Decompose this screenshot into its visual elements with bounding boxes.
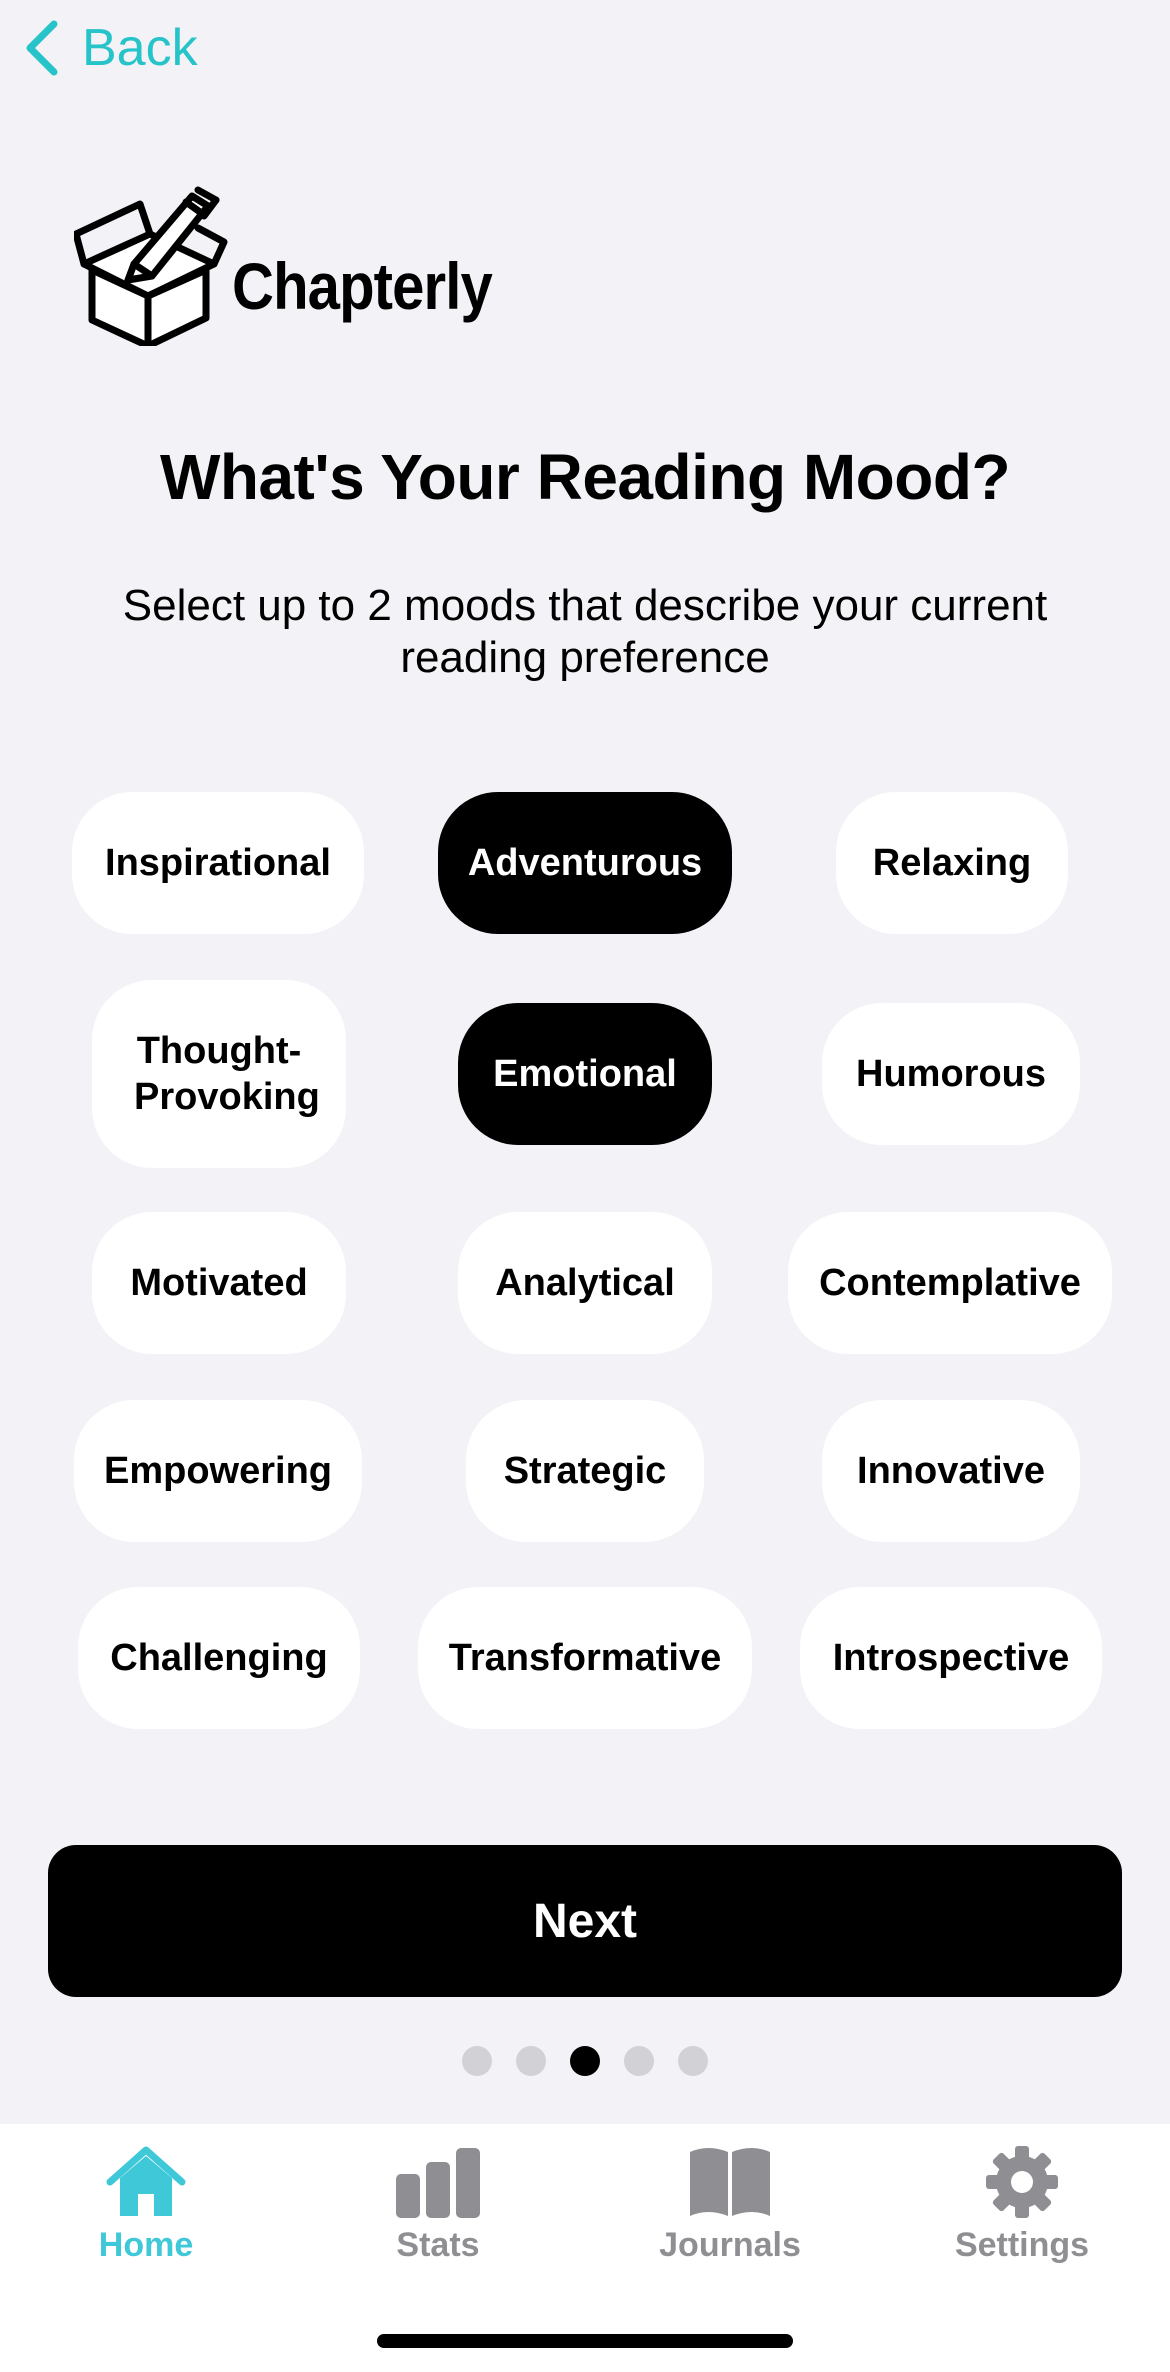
brand: Chapterly xyxy=(74,180,527,346)
mood-label: Strategic xyxy=(503,1450,667,1492)
mood-chip-challenging[interactable]: Challenging xyxy=(78,1587,360,1729)
mood-label: Empowering xyxy=(103,1450,333,1492)
mood-label: Humorous xyxy=(856,1053,1046,1095)
page-dot-active xyxy=(570,2046,600,2076)
tab-label: Journals xyxy=(659,2226,801,2264)
back-button[interactable]: Back xyxy=(22,12,198,84)
mood-label: Relaxing xyxy=(872,842,1032,884)
page-dot xyxy=(624,2046,654,2076)
mood-chip-transformative[interactable]: Transformative xyxy=(418,1587,752,1729)
mood-chip-introspective[interactable]: Introspective xyxy=(800,1587,1102,1729)
tab-label: Home xyxy=(98,2226,194,2264)
gear-icon xyxy=(986,2146,1058,2218)
home-indicator xyxy=(377,2334,793,2348)
page-dot xyxy=(516,2046,546,2076)
mood-label: Adventurous xyxy=(467,842,703,884)
mood-chip-humorous[interactable]: Humorous xyxy=(822,1003,1080,1145)
tab-label: Stats xyxy=(396,2226,480,2264)
back-label: Back xyxy=(82,19,198,77)
tab-stats[interactable]: Stats xyxy=(338,2144,538,2265)
next-button[interactable]: Next xyxy=(48,1845,1122,1997)
mood-chip-thought-provoking[interactable]: Thought-Provoking xyxy=(92,980,346,1168)
mood-label: Innovative xyxy=(857,1450,1045,1492)
page-dot xyxy=(678,2046,708,2076)
tab-journals[interactable]: Journals xyxy=(630,2144,830,2265)
next-label: Next xyxy=(532,1894,638,1948)
bar-chart-icon xyxy=(396,2148,480,2218)
mood-label: Transformative xyxy=(448,1637,722,1679)
mood-label: Inspirational xyxy=(105,842,331,884)
page-subtitle: Select up to 2 moods that describe your … xyxy=(122,581,1048,682)
tab-settings[interactable]: Settings xyxy=(922,2144,1122,2265)
page-title: What's Your Reading Mood? xyxy=(159,441,1011,513)
mood-chip-emotional[interactable]: Emotional xyxy=(458,1003,712,1145)
mood-label: Emotional xyxy=(493,1053,677,1095)
page-dot xyxy=(462,2046,492,2076)
tab-label: Settings xyxy=(954,2226,1090,2264)
mood-chip-analytical[interactable]: Analytical xyxy=(458,1212,712,1354)
mood-label: Contemplative xyxy=(819,1262,1081,1304)
mood-label: Analytical xyxy=(495,1262,675,1304)
chevron-left-icon xyxy=(26,20,58,76)
open-book-icon xyxy=(690,2148,770,2216)
mood-chip-contemplative[interactable]: Contemplative xyxy=(788,1212,1112,1354)
mood-label: Challenging xyxy=(110,1637,328,1679)
mood-chip-inspirational[interactable]: Inspirational xyxy=(72,792,364,934)
mood-chip-motivated[interactable]: Motivated xyxy=(92,1212,346,1354)
house-icon xyxy=(106,2146,186,2216)
mood-chip-empowering[interactable]: Empowering xyxy=(74,1400,362,1542)
mood-label: Thought-Provoking xyxy=(134,1030,320,1118)
mood-label: Motivated xyxy=(130,1262,308,1304)
mood-chip-strategic[interactable]: Strategic xyxy=(466,1400,704,1542)
page-indicator xyxy=(0,2046,1170,2076)
brand-name: Chapterly xyxy=(232,249,493,323)
mood-chip-innovative[interactable]: Innovative xyxy=(822,1400,1080,1542)
mood-chip-relaxing[interactable]: Relaxing xyxy=(836,792,1068,934)
mood-chip-adventurous[interactable]: Adventurous xyxy=(438,792,732,934)
tab-home[interactable]: Home xyxy=(46,2144,246,2265)
open-box-with-pen-icon xyxy=(74,186,228,346)
mood-label: Introspective xyxy=(832,1637,1070,1679)
